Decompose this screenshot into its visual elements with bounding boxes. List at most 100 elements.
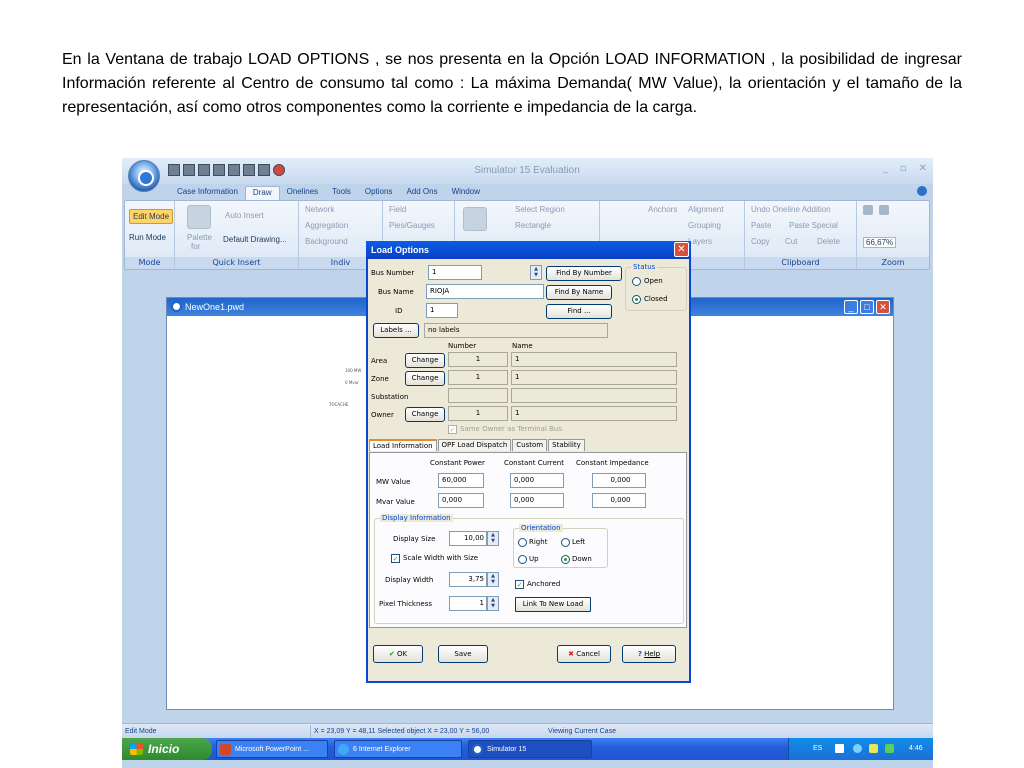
application-orb-icon[interactable] — [128, 160, 160, 192]
zoom-level-field[interactable]: 66,67% — [863, 237, 897, 248]
bus-name-field[interactable]: RIOJA — [426, 284, 544, 299]
same-owner-checkbox[interactable]: ✓ — [448, 425, 457, 434]
minimize-icon[interactable]: _ — [883, 163, 888, 174]
auto-insert-icon[interactable] — [187, 205, 211, 229]
scale-width-checkbox[interactable]: ✓ — [391, 554, 400, 563]
background-button[interactable]: Background — [305, 237, 348, 246]
tab-onelines[interactable]: Onelines — [280, 186, 326, 200]
orientation-left-radio[interactable] — [561, 538, 570, 547]
orientation-right-radio[interactable] — [518, 538, 527, 547]
edit-mode-button[interactable]: Edit Mode — [129, 209, 174, 224]
paste-button[interactable]: Paste — [751, 221, 771, 230]
rectangle-dropdown[interactable]: Rectangle — [515, 221, 551, 230]
zoom-out-icon[interactable] — [879, 205, 889, 215]
find-by-name-button[interactable]: Find By Name — [546, 285, 612, 300]
abort-icon[interactable] — [273, 164, 285, 176]
default-drawing-button[interactable]: Default Drawing... — [223, 235, 287, 244]
select-icon[interactable] — [463, 207, 487, 231]
mvar-constant-current-field[interactable]: 0,000 — [510, 493, 564, 508]
find-by-number-button[interactable]: Find By Number — [546, 266, 622, 281]
save-button[interactable]: Save — [438, 645, 488, 663]
pixel-thickness-spinner[interactable]: ▲ ▼ — [487, 596, 499, 611]
task-powerpoint[interactable]: Microsoft PowerPoint ... — [216, 740, 328, 758]
link-to-new-load-button[interactable]: Link To New Load — [515, 597, 591, 612]
tray-help-icon[interactable] — [835, 744, 844, 753]
doc-minimize-icon[interactable]: _ — [844, 300, 858, 314]
mvar-constant-impedance-field[interactable]: 0,000 — [592, 493, 646, 508]
run-mode-button[interactable]: Run Mode — [129, 233, 166, 242]
tab-add-ons[interactable]: Add Ons — [399, 186, 444, 200]
owner-change-button[interactable]: Change — [405, 407, 445, 422]
solve-icon[interactable] — [183, 164, 195, 176]
chart-icon[interactable] — [243, 164, 255, 176]
display-size-field[interactable]: 10,00 — [449, 531, 487, 546]
tab-stability[interactable]: Stability — [548, 439, 585, 451]
help-icon[interactable] — [917, 186, 927, 196]
close-icon[interactable]: ✕ — [919, 163, 927, 174]
bus-number-field[interactable]: 1 — [428, 265, 482, 280]
task-internet-explorer[interactable]: 6 Internet Explorer — [334, 740, 462, 758]
alignment-button[interactable]: Alignment — [688, 205, 724, 214]
log-icon[interactable] — [198, 164, 210, 176]
delete-button[interactable]: Delete — [817, 237, 840, 246]
anchors-button[interactable]: Anchors — [648, 205, 677, 214]
tab-case-information[interactable]: Case Information — [170, 186, 245, 200]
tab-window[interactable]: Window — [445, 186, 487, 200]
paste-special-button[interactable]: Paste Special — [789, 221, 838, 230]
pies-gauges-button[interactable]: Pies/Gauges — [389, 221, 435, 230]
auto-insert-button[interactable]: Auto Insert — [225, 211, 264, 220]
mw-constant-impedance-field[interactable]: 0,000 — [592, 473, 646, 488]
zone-change-button[interactable]: Change — [405, 371, 445, 386]
pixel-thickness-field[interactable]: 1 — [449, 596, 487, 611]
ok-button[interactable]: ✔ OK — [373, 645, 423, 663]
orientation-up-radio[interactable] — [518, 555, 527, 564]
labels-button[interactable]: Labels ... — [373, 323, 419, 338]
doc-maximize-icon[interactable]: □ — [860, 300, 874, 314]
find-button[interactable]: Find ... — [546, 304, 612, 319]
tray-network-icon[interactable] — [853, 744, 862, 753]
clock[interactable]: 4:46 — [909, 738, 923, 760]
mvar-constant-power-field[interactable]: 0,000 — [438, 493, 484, 508]
display-width-field[interactable]: 3,75 — [449, 572, 487, 587]
help-button[interactable]: ? Help — [622, 645, 676, 663]
copy-button[interactable]: Copy — [751, 237, 770, 246]
layers-button[interactable]: Layers — [688, 237, 712, 246]
tab-opf-load-dispatch[interactable]: OPF Load Dispatch — [437, 439, 512, 451]
display-size-spinner[interactable]: ▲ ▼ — [487, 531, 499, 546]
grouping-button[interactable]: Grouping — [688, 221, 721, 230]
palette-button[interactable]: Palette — [187, 233, 212, 242]
task-simulator[interactable]: Simulator 15 — [468, 740, 592, 758]
orientation-down-radio[interactable] — [561, 555, 570, 564]
tab-tools[interactable]: Tools — [325, 186, 358, 200]
field-button[interactable]: Field — [389, 205, 406, 214]
display-width-spinner[interactable]: ▲ ▼ — [487, 572, 499, 587]
tab-load-information[interactable]: Load Information — [369, 439, 437, 451]
tab-custom[interactable]: Custom — [512, 439, 548, 451]
tab-options[interactable]: Options — [358, 186, 400, 200]
grid-icon[interactable] — [213, 164, 225, 176]
dialog-close-icon[interactable]: ✕ — [674, 242, 689, 257]
cut-button[interactable]: Cut — [785, 237, 797, 246]
tray-volume-icon[interactable] — [869, 744, 878, 753]
list-icon[interactable] — [258, 164, 270, 176]
id-field[interactable]: 1 — [426, 303, 458, 318]
area-change-button[interactable]: Change — [405, 353, 445, 368]
start-button[interactable]: Inicio — [122, 738, 212, 760]
undo-button[interactable]: Undo Oneline Addition — [751, 205, 831, 214]
aggregation-button[interactable]: Aggregation — [305, 221, 348, 230]
network-button[interactable]: Network — [305, 205, 334, 214]
select-region-button[interactable]: Select Region — [515, 205, 565, 214]
anchored-checkbox[interactable]: ✓ — [515, 580, 524, 589]
status-open-radio[interactable] — [632, 277, 641, 286]
language-indicator[interactable]: ES — [813, 738, 822, 760]
doc-close-icon[interactable]: ✕ — [876, 300, 890, 314]
mw-constant-power-field[interactable]: 60,000 — [438, 473, 484, 488]
cancel-button[interactable]: ✖ Cancel — [557, 645, 611, 663]
tab-draw[interactable]: Draw — [244, 186, 280, 200]
status-closed-radio[interactable] — [632, 295, 641, 304]
save-icon[interactable] — [168, 164, 180, 176]
bus-number-spinner[interactable]: ▲ ▼ — [530, 265, 542, 280]
tray-security-icon[interactable] — [885, 744, 894, 753]
table-icon[interactable] — [228, 164, 240, 176]
mw-constant-current-field[interactable]: 0,000 — [510, 473, 564, 488]
